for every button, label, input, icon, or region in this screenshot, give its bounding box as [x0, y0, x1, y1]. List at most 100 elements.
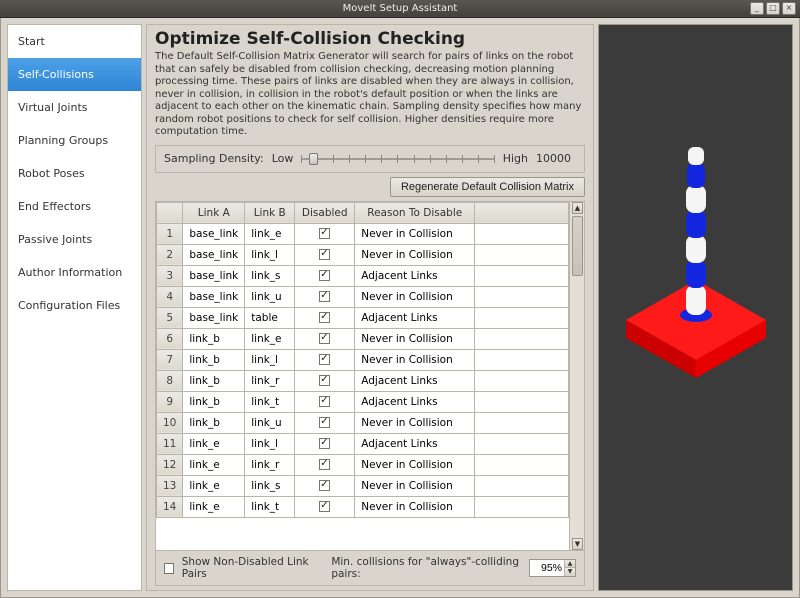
table-header-link-a[interactable]: Link A [183, 202, 245, 223]
table-row[interactable]: 9link_blink_tAdjacent Links [157, 391, 569, 412]
cell-reason: Never in Collision [355, 496, 475, 517]
table-row[interactable]: 13link_elink_sNever in Collision [157, 475, 569, 496]
regenerate-button[interactable]: Regenerate Default Collision Matrix [390, 177, 585, 197]
cell-disabled[interactable] [295, 370, 355, 391]
table-vertical-scrollbar[interactable]: ▲ ▼ [569, 202, 584, 551]
disabled-checkbox[interactable] [319, 249, 330, 260]
scroll-down-button[interactable]: ▼ [572, 538, 583, 550]
cell-link-a: link_e [183, 475, 245, 496]
table-row[interactable]: 7link_blink_lNever in Collision [157, 349, 569, 370]
row-number: 13 [157, 475, 183, 496]
table-row[interactable]: 12link_elink_rNever in Collision [157, 454, 569, 475]
spinner-down-button[interactable]: ▼ [565, 568, 575, 576]
disabled-checkbox[interactable] [319, 333, 330, 344]
cell-reason: Never in Collision [355, 454, 475, 475]
disabled-checkbox[interactable] [319, 354, 330, 365]
window-title: MoveIt Setup Assistant [343, 3, 458, 14]
robot-3d-viewer[interactable] [598, 24, 793, 591]
cell-reason: Adjacent Links [355, 370, 475, 391]
cell-link-a: base_link [183, 265, 245, 286]
disabled-checkbox[interactable] [319, 438, 330, 449]
spinner-up-button[interactable]: ▲ [565, 560, 575, 568]
cell-reason: Never in Collision [355, 286, 475, 307]
cell-disabled[interactable] [295, 412, 355, 433]
table-header-link-b[interactable]: Link B [245, 202, 295, 223]
page-title: Optimize Self-Collision Checking [155, 29, 585, 49]
table-row[interactable]: 11link_elink_lAdjacent Links [157, 433, 569, 454]
disabled-checkbox[interactable] [319, 480, 330, 491]
disabled-checkbox[interactable] [319, 291, 330, 302]
cell-spacer [475, 391, 569, 412]
disabled-checkbox[interactable] [319, 501, 330, 512]
sampling-density-slider[interactable] [301, 152, 494, 166]
cell-reason: Never in Collision [355, 349, 475, 370]
sidebar-item-virtual-joints[interactable]: Virtual Joints [8, 91, 141, 124]
cell-disabled[interactable] [295, 223, 355, 244]
show-non-disabled-checkbox[interactable] [164, 563, 174, 574]
collision-table-body: 1base_linklink_eNever in Collision2base_… [157, 223, 569, 517]
table-row[interactable]: 10link_blink_uNever in Collision [157, 412, 569, 433]
disabled-checkbox[interactable] [319, 417, 330, 428]
cell-disabled[interactable] [295, 244, 355, 265]
cell-link-a: link_e [183, 454, 245, 475]
sampling-density-value: 10000 [536, 152, 576, 165]
table-header-reason[interactable]: Reason To Disable [355, 202, 475, 223]
sidebar-item-robot-poses[interactable]: Robot Poses [8, 157, 141, 190]
cell-disabled[interactable] [295, 475, 355, 496]
disabled-checkbox[interactable] [319, 270, 330, 281]
sidebar-item-end-effectors[interactable]: End Effectors [8, 190, 141, 223]
table-row[interactable]: 1base_linklink_eNever in Collision [157, 223, 569, 244]
cell-link-a: link_b [183, 412, 245, 433]
cell-disabled[interactable] [295, 328, 355, 349]
table-header-corner[interactable] [157, 202, 183, 223]
cell-disabled[interactable] [295, 349, 355, 370]
window-close-button[interactable]: × [782, 2, 796, 15]
window-maximize-button[interactable]: □ [766, 2, 780, 15]
show-non-disabled-label: Show Non-Disabled Link Pairs [182, 556, 316, 580]
window-buttons: _ □ × [750, 2, 796, 15]
cell-link-a: base_link [183, 307, 245, 328]
row-number: 9 [157, 391, 183, 412]
table-row[interactable]: 6link_blink_eNever in Collision [157, 328, 569, 349]
table-row[interactable]: 5base_linktableAdjacent Links [157, 307, 569, 328]
table-row[interactable]: 14link_elink_tNever in Collision [157, 496, 569, 517]
table-row[interactable]: 3base_linklink_sAdjacent Links [157, 265, 569, 286]
min-collisions-spinner[interactable]: ▲ ▼ [529, 559, 576, 577]
table-row[interactable]: 4base_linklink_uNever in Collision [157, 286, 569, 307]
sidebar-item-planning-groups[interactable]: Planning Groups [8, 124, 141, 157]
scroll-up-button[interactable]: ▲ [572, 202, 583, 214]
cell-disabled[interactable] [295, 286, 355, 307]
sidebar-item-configuration-files[interactable]: Configuration Files [8, 289, 141, 322]
table-header-disabled[interactable]: Disabled [295, 202, 355, 223]
disabled-checkbox[interactable] [319, 228, 330, 239]
sidebar-item-start[interactable]: Start [8, 25, 141, 58]
disabled-checkbox[interactable] [319, 312, 330, 323]
cell-spacer [475, 370, 569, 391]
cell-disabled[interactable] [295, 433, 355, 454]
slider-thumb[interactable] [309, 153, 318, 165]
cell-link-a: base_link [183, 223, 245, 244]
table-row[interactable]: 2base_linklink_lNever in Collision [157, 244, 569, 265]
scroll-thumb[interactable] [572, 216, 583, 276]
cell-disabled[interactable] [295, 454, 355, 475]
cell-reason: Never in Collision [355, 328, 475, 349]
disabled-checkbox[interactable] [319, 396, 330, 407]
main-inner: Optimize Self-Collision Checking The Def… [146, 24, 594, 591]
cell-link-a: base_link [183, 244, 245, 265]
disabled-checkbox[interactable] [319, 375, 330, 386]
collision-table-scroll[interactable]: Link A Link B Disabled Reason To Disable… [156, 202, 569, 551]
cell-spacer [475, 244, 569, 265]
sidebar-item-self-collisions[interactable]: Self-Collisions [8, 58, 141, 91]
cell-disabled[interactable] [295, 265, 355, 286]
window-minimize-button[interactable]: _ [750, 2, 764, 15]
cell-disabled[interactable] [295, 307, 355, 328]
cell-reason: Adjacent Links [355, 307, 475, 328]
table-row[interactable]: 8link_blink_rAdjacent Links [157, 370, 569, 391]
cell-disabled[interactable] [295, 391, 355, 412]
sidebar-item-passive-joints[interactable]: Passive Joints [8, 223, 141, 256]
sidebar-item-author-information[interactable]: Author Information [8, 256, 141, 289]
cell-disabled[interactable] [295, 496, 355, 517]
slider-ticks [301, 155, 494, 163]
min-collisions-input[interactable] [530, 561, 564, 575]
disabled-checkbox[interactable] [319, 459, 330, 470]
